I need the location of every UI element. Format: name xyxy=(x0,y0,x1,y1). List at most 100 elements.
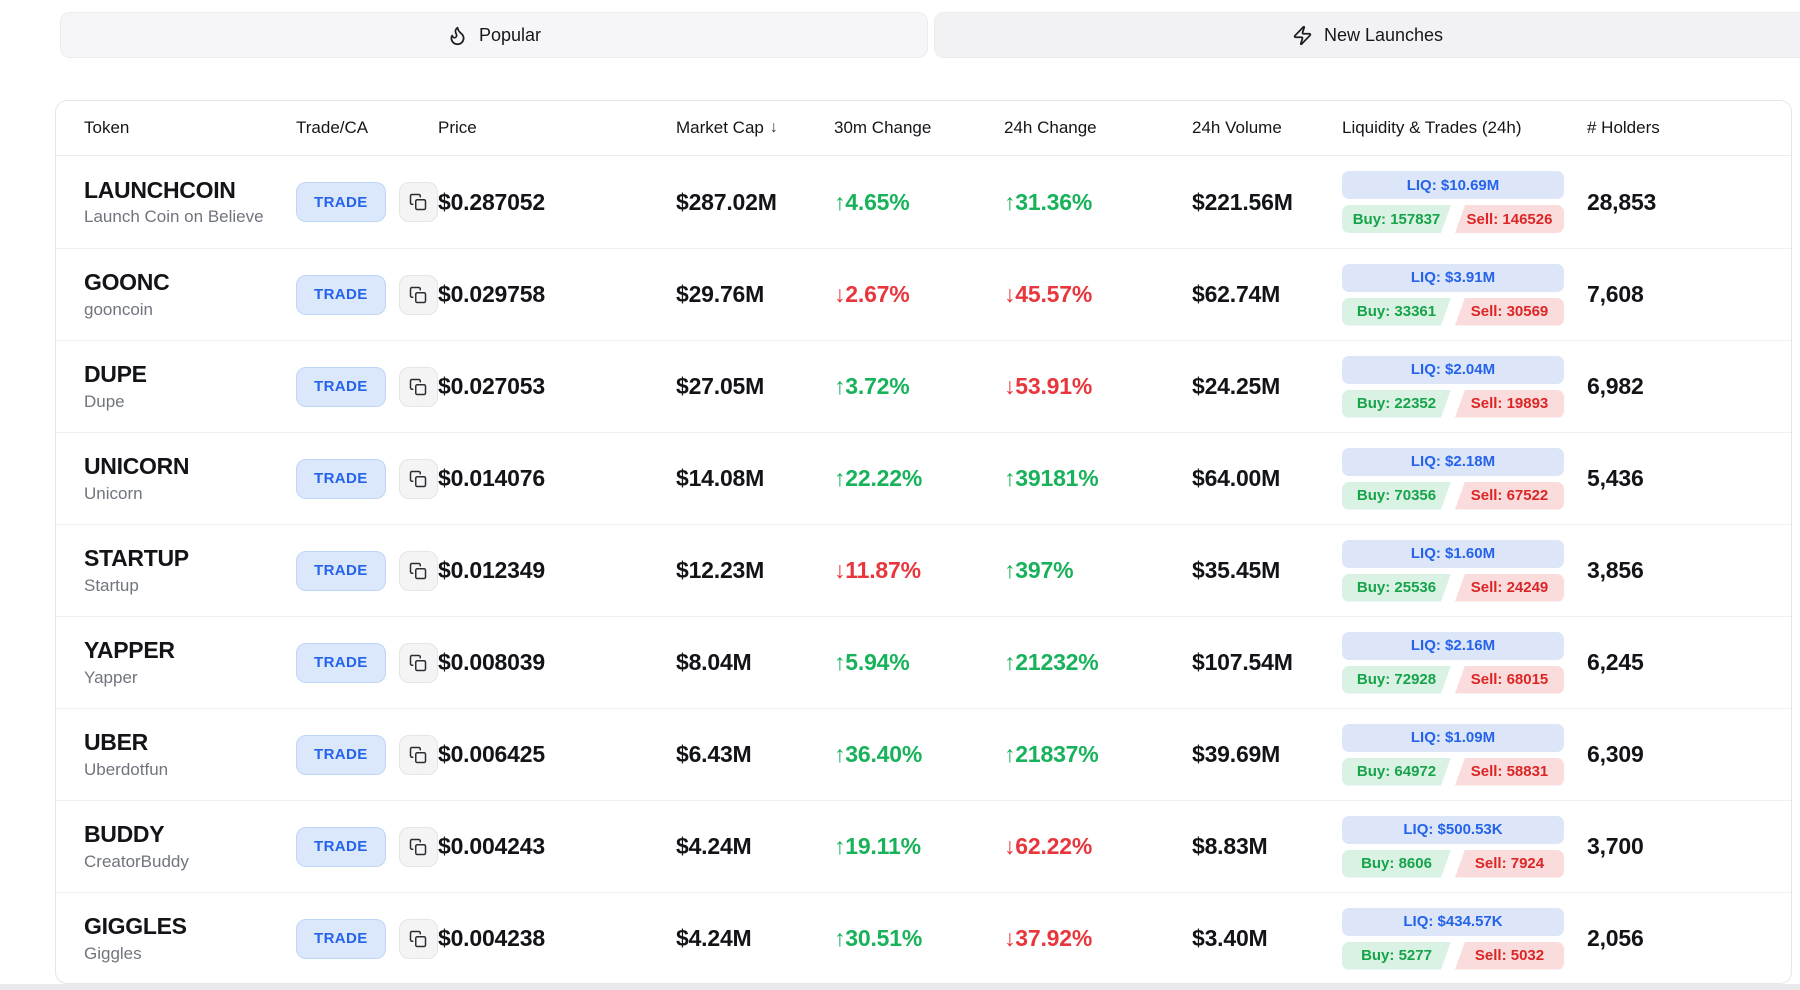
token-symbol: STARTUP xyxy=(84,545,296,571)
liquidity-badge: LIQ: $434.57K xyxy=(1342,908,1564,936)
buy-sell-badges: Buy: 25536 Sell: 24249 xyxy=(1342,574,1564,602)
change-24h-value: ↓37.92% xyxy=(1004,925,1192,952)
token-name: Unicorn xyxy=(84,484,296,504)
trade-ca-cell: TRADE xyxy=(296,919,438,959)
tab-new-launches[interactable]: New Launches xyxy=(934,12,1800,58)
holders-value: 2,056 xyxy=(1587,925,1791,952)
copy-icon xyxy=(409,193,427,211)
change-24h-value: ↑31.36% xyxy=(1004,189,1192,216)
trade-button[interactable]: TRADE xyxy=(296,182,386,222)
liquidity-badge: LIQ: $500.53K xyxy=(1342,816,1564,844)
price-value: $0.287052 xyxy=(438,189,676,216)
table-row: STARTUP Startup TRADE $0.012349 $12.23M … xyxy=(56,524,1791,616)
copy-ca-button[interactable] xyxy=(399,919,438,959)
liquidity-trades-cell: LIQ: $2.04M Buy: 22352 Sell: 19893 xyxy=(1342,356,1564,418)
trade-button[interactable]: TRADE xyxy=(296,919,386,959)
col-header-24h-change: 24h Change xyxy=(1004,118,1192,138)
buy-sell-badges: Buy: 5277 Sell: 5032 xyxy=(1342,942,1564,970)
trade-button[interactable]: TRADE xyxy=(296,643,386,683)
buy-sell-badges: Buy: 157837 Sell: 146526 xyxy=(1342,205,1564,233)
price-value: $0.004238 xyxy=(438,925,676,952)
trade-ca-cell: TRADE xyxy=(296,643,438,683)
sell-count-badge: Sell: 7924 xyxy=(1455,850,1564,878)
token-name: CreatorBuddy xyxy=(84,852,296,872)
trade-button[interactable]: TRADE xyxy=(296,551,386,591)
trade-button[interactable]: TRADE xyxy=(296,735,386,775)
change-24h-value: ↓53.91% xyxy=(1004,373,1192,400)
change-24h-value: ↑21837% xyxy=(1004,741,1192,768)
token-name: Giggles xyxy=(84,944,296,964)
change-30m-value: ↑19.11% xyxy=(834,833,1004,860)
table-row: YAPPER Yapper TRADE $0.008039 $8.04M ↑5.… xyxy=(56,616,1791,708)
copy-ca-button[interactable] xyxy=(399,182,438,222)
price-value: $0.014076 xyxy=(438,465,676,492)
market-cap-value: $29.76M xyxy=(676,281,834,308)
copy-icon xyxy=(409,286,427,304)
change-30m-value: ↑22.22% xyxy=(834,465,1004,492)
tab-popular[interactable]: Popular xyxy=(60,12,928,58)
buy-count-badge: Buy: 72928 xyxy=(1342,666,1451,694)
copy-icon xyxy=(409,654,427,672)
buy-sell-badges: Buy: 72928 Sell: 68015 xyxy=(1342,666,1564,694)
copy-ca-button[interactable] xyxy=(399,827,438,867)
buy-count-badge: Buy: 157837 xyxy=(1342,205,1451,233)
volume-24h-value: $39.69M xyxy=(1192,741,1342,768)
trade-ca-cell: TRADE xyxy=(296,182,438,222)
liquidity-badge: LIQ: $2.04M xyxy=(1342,356,1564,384)
col-header-market-cap[interactable]: Market Cap ↓ xyxy=(676,118,834,138)
copy-ca-button[interactable] xyxy=(399,367,438,407)
buy-sell-badges: Buy: 64972 Sell: 58831 xyxy=(1342,758,1564,786)
market-cap-value: $14.08M xyxy=(676,465,834,492)
trade-button[interactable]: TRADE xyxy=(296,275,386,315)
table-row: DUPE Dupe TRADE $0.027053 $27.05M ↑3.72%… xyxy=(56,340,1791,432)
volume-24h-value: $107.54M xyxy=(1192,649,1342,676)
liquidity-badge: LIQ: $3.91M xyxy=(1342,264,1564,292)
copy-ca-button[interactable] xyxy=(399,459,438,499)
liquidity-trades-cell: LIQ: $2.16M Buy: 72928 Sell: 68015 xyxy=(1342,632,1564,694)
col-header-price: Price xyxy=(438,118,676,138)
copy-ca-button[interactable] xyxy=(399,735,438,775)
change-30m-value: ↓2.67% xyxy=(834,281,1004,308)
sort-desc-icon: ↓ xyxy=(770,119,778,137)
token-symbol: GOONC xyxy=(84,269,296,295)
trade-ca-cell: TRADE xyxy=(296,367,438,407)
price-value: $0.006425 xyxy=(438,741,676,768)
token-symbol: LAUNCHCOIN xyxy=(84,177,296,203)
price-value: $0.008039 xyxy=(438,649,676,676)
table-row: BUDDY CreatorBuddy TRADE $0.004243 $4.24… xyxy=(56,800,1791,892)
token-symbol: UNICORN xyxy=(84,453,296,479)
buy-count-badge: Buy: 64972 xyxy=(1342,758,1451,786)
trade-ca-cell: TRADE xyxy=(296,735,438,775)
holders-value: 28,853 xyxy=(1587,189,1791,216)
col-header-24h-volume: 24h Volume xyxy=(1192,118,1342,138)
sell-count-badge: Sell: 19893 xyxy=(1455,390,1564,418)
market-cap-value: $8.04M xyxy=(676,649,834,676)
change-24h-value: ↑21232% xyxy=(1004,649,1192,676)
copy-ca-button[interactable] xyxy=(399,643,438,683)
liquidity-badge: LIQ: $2.16M xyxy=(1342,632,1564,660)
trade-button[interactable]: TRADE xyxy=(296,367,386,407)
trade-ca-cell: TRADE xyxy=(296,551,438,591)
liquidity-badge: LIQ: $1.09M xyxy=(1342,724,1564,752)
copy-ca-button[interactable] xyxy=(399,275,438,315)
liquidity-trades-cell: LIQ: $10.69M Buy: 157837 Sell: 146526 xyxy=(1342,171,1564,233)
buy-count-badge: Buy: 25536 xyxy=(1342,574,1451,602)
bottom-scroll-strip[interactable] xyxy=(0,984,1800,990)
liquidity-trades-cell: LIQ: $2.18M Buy: 70356 Sell: 67522 xyxy=(1342,448,1564,510)
token-list-tabs: Popular New Launches xyxy=(60,12,1800,58)
sell-count-badge: Sell: 58831 xyxy=(1455,758,1564,786)
copy-icon xyxy=(409,470,427,488)
zap-icon xyxy=(1292,25,1313,46)
token-cell: LAUNCHCOIN Launch Coin on Believe xyxy=(84,177,296,227)
table-row: LAUNCHCOIN Launch Coin on Believe TRADE … xyxy=(56,156,1791,248)
trade-button[interactable]: TRADE xyxy=(296,459,386,499)
change-30m-value: ↑5.94% xyxy=(834,649,1004,676)
volume-24h-value: $8.83M xyxy=(1192,833,1342,860)
buy-count-badge: Buy: 33361 xyxy=(1342,298,1451,326)
token-symbol: DUPE xyxy=(84,361,296,387)
token-name: Yapper xyxy=(84,668,296,688)
trade-button[interactable]: TRADE xyxy=(296,827,386,867)
copy-ca-button[interactable] xyxy=(399,551,438,591)
market-cap-value: $287.02M xyxy=(676,189,834,216)
change-24h-value: ↓45.57% xyxy=(1004,281,1192,308)
